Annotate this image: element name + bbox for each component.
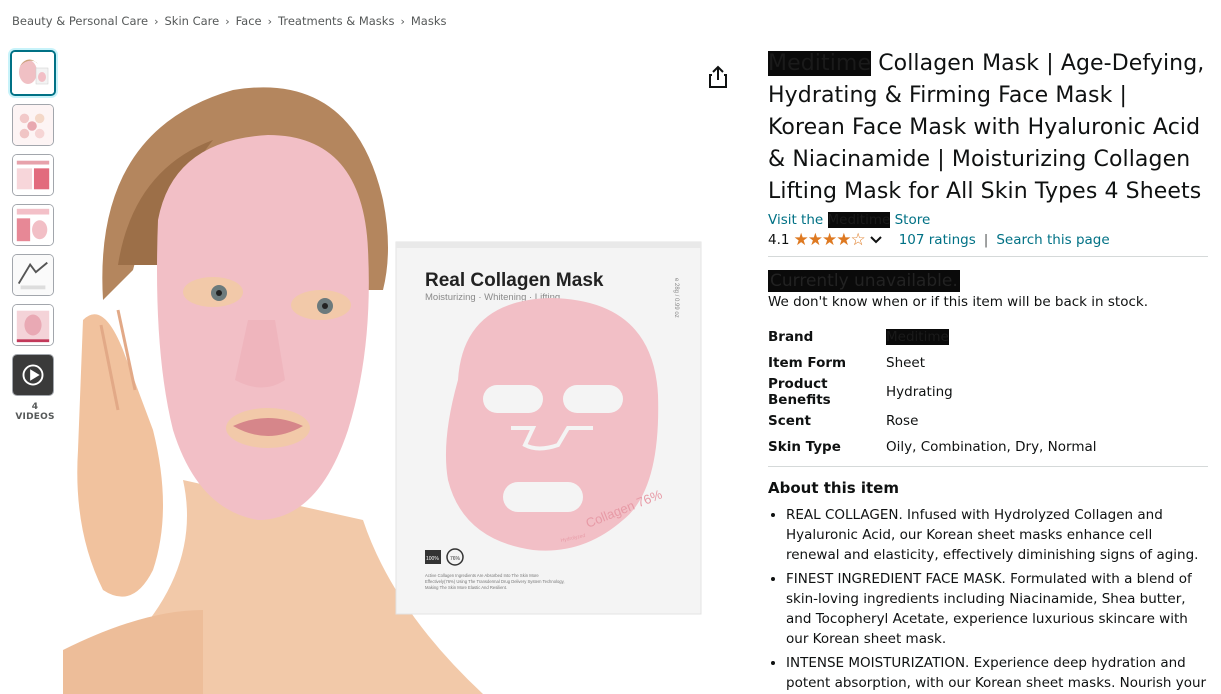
breadcrumb: Beauty & Personal Care › Skin Care › Fac… xyxy=(12,14,446,28)
pipe-separator: | xyxy=(983,232,989,248)
fine-print-3: Making The Skin More Elastic And Resilie… xyxy=(425,585,507,590)
thumbnail-3[interactable] xyxy=(12,154,54,196)
spec-key: Item Form xyxy=(768,355,847,371)
product-specs-table: Brand Meditime Item Form Sheet Product B… xyxy=(768,324,1097,460)
about-title: About this item xyxy=(768,479,899,497)
spec-key: Brand xyxy=(768,329,814,345)
badge-text: 100% xyxy=(426,556,439,562)
spec-value: Rose xyxy=(886,413,919,429)
redacted-brand: Meditime xyxy=(768,51,872,76)
thumbnail-1[interactable] xyxy=(10,50,56,96)
store-link[interactable]: Visit the Meditime Store xyxy=(768,210,1208,230)
store-brand: Meditime xyxy=(827,212,891,228)
spec-row: Brand Meditime xyxy=(768,324,1097,350)
rating-row: 4.1 ★★★★☆ 107 ratings | Search this page xyxy=(768,230,1208,250)
spec-value: Oily, Combination, Dry, Normal xyxy=(886,439,1097,455)
spec-row: Item Form Sheet xyxy=(768,350,1097,376)
search-page-link[interactable]: Search this page xyxy=(996,232,1109,248)
spec-key: Skin Type xyxy=(768,439,841,455)
thumbnail-4[interactable] xyxy=(12,204,54,246)
thumbnail-6[interactable] xyxy=(12,304,54,346)
breadcrumb-separator: › xyxy=(154,14,159,28)
breadcrumb-item-treatments[interactable]: Treatments & Masks xyxy=(278,14,394,28)
breadcrumb-item-face[interactable]: Face xyxy=(236,14,262,28)
about-bullets: REAL COLLAGEN. Infused with Hydrolyzed C… xyxy=(768,505,1208,694)
list-item: REAL COLLAGEN. Infused with Hydrolyzed C… xyxy=(786,505,1208,565)
spec-row: Product Benefits Hydrating xyxy=(768,376,1097,408)
availability-status: Currently unavailable. xyxy=(768,270,1208,292)
availability-text: Currently unavailable. xyxy=(768,270,960,292)
store-suffix: Store xyxy=(890,212,931,228)
package-title: Real Collagen Mask xyxy=(425,270,604,291)
videos-label[interactable]: 4 VIDEOS xyxy=(12,402,58,422)
breadcrumb-item-beauty[interactable]: Beauty & Personal Care xyxy=(12,14,148,28)
star-rating-icon[interactable]: ★★★★☆ xyxy=(793,230,865,250)
breadcrumb-separator: › xyxy=(225,14,230,28)
product-title: Meditime Collagen Mask | Age-Defying, Hy… xyxy=(768,48,1208,208)
chevron-down-icon[interactable] xyxy=(869,233,883,247)
thumbnail-2[interactable] xyxy=(12,104,54,146)
store-prefix: Visit the xyxy=(768,212,828,228)
divider xyxy=(768,256,1208,257)
thumbnail-5[interactable] xyxy=(12,254,54,296)
rating-value: 4.1 xyxy=(768,232,790,248)
spec-row: Scent Rose xyxy=(768,408,1097,434)
breadcrumb-item-skin-care[interactable]: Skin Care xyxy=(164,14,219,28)
list-item: INTENSE MOISTURIZATION. Experience deep … xyxy=(786,653,1208,694)
availability-note: We don't know when or if this item will … xyxy=(768,294,1149,310)
breadcrumb-separator: › xyxy=(400,14,405,28)
spec-value-brand: Meditime xyxy=(886,324,1097,350)
breadcrumb-separator: › xyxy=(267,14,273,28)
video-thumbnail[interactable] xyxy=(12,354,54,396)
fine-print-1: Active Collagen Ingredients Are Absorbed… xyxy=(425,573,539,578)
package-side-text: e 28g / 0.99 oz xyxy=(673,278,679,318)
thumbnail-strip: 4 VIDEOS xyxy=(10,50,58,422)
ratings-count-link[interactable]: 107 ratings xyxy=(899,232,976,248)
spec-value-redacted: Meditime xyxy=(886,329,949,345)
list-item: FINEST INGREDIENT FACE MASK. Formulated … xyxy=(786,569,1208,649)
product-detail: Meditime Collagen Mask | Age-Defying, Hy… xyxy=(768,48,1208,694)
fine-print-2: Effectively(76%) Using The Transdermal D… xyxy=(425,579,565,584)
spec-key: Product Benefits xyxy=(768,376,831,408)
share-icon[interactable] xyxy=(706,64,730,90)
spec-value: Hydrating xyxy=(886,384,953,400)
badge-percent: 76% xyxy=(450,556,461,562)
breadcrumb-item-masks[interactable]: Masks xyxy=(411,14,447,28)
divider xyxy=(768,466,1208,467)
spec-key: Scent xyxy=(768,413,811,429)
spec-row: Skin Type Oily, Combination, Dry, Normal xyxy=(768,434,1097,460)
main-product-image[interactable]: Real Collagen Mask Moisturizing · Whiten… xyxy=(63,50,743,694)
spec-value: Sheet xyxy=(886,355,926,371)
